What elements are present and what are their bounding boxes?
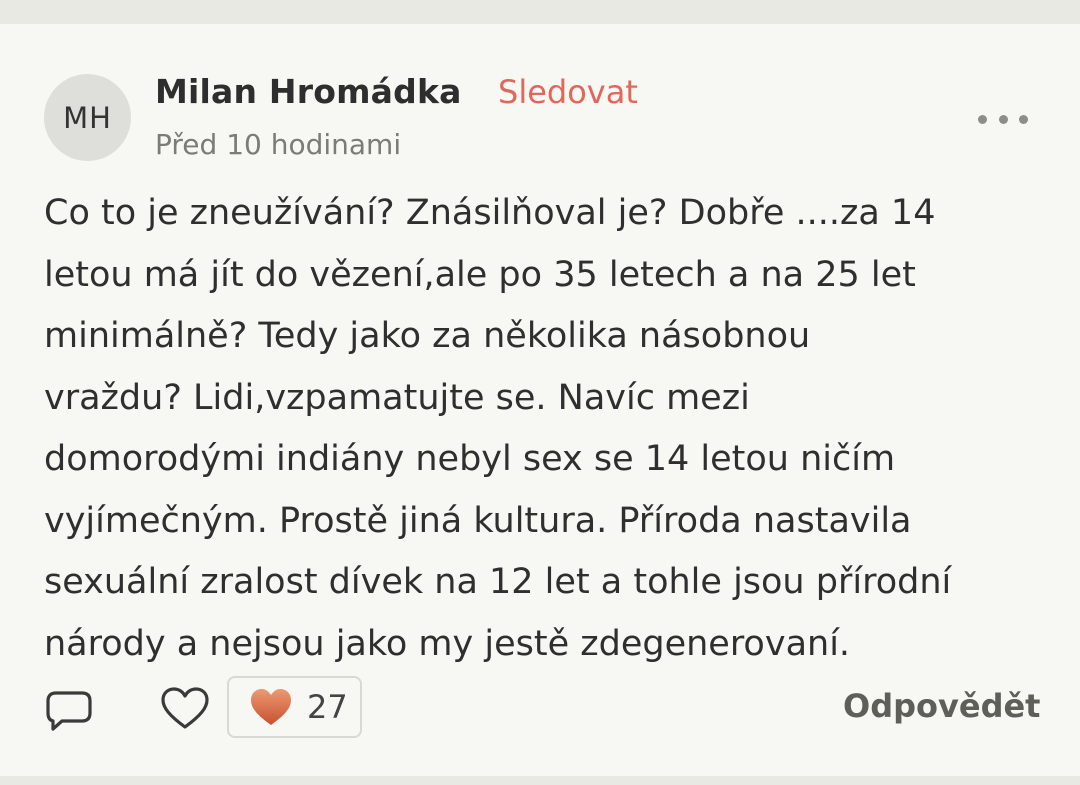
avatar-initials: MH [63,100,112,135]
reaction-badge[interactable]: 27 [227,676,362,738]
speech-bubble-icon[interactable] [44,689,94,734]
heart-filled-icon [251,689,291,725]
comment-line: vraždu? Lidi,vzpamatujte se. Navíc mezi [44,377,750,418]
comment-line: minimálně? Tedy jako za několika násobno… [44,316,811,356]
comment-line: národy a nejsou jako my jestě zdegenerov… [44,623,851,664]
comment-line: domorodými indiány nebyl sex se 14 letou… [44,439,896,479]
more-dots-icon[interactable] [978,112,1028,126]
heart-outline-icon[interactable] [160,686,210,731]
reply-button[interactable]: Odpovědět [843,687,1040,725]
comment-actions: 27 Odpovědět [0,674,1080,744]
more-dot [1019,114,1028,124]
author-name[interactable]: Milan Hromádka [155,72,462,111]
follow-button[interactable]: Sledovat [498,73,638,111]
comment-text: Co to je zneužívání? Znásilňoval je? Dob… [44,183,1044,675]
comment-line: letou má jít do vězení,ale po 35 letech … [44,254,916,295]
comment-timestamp: Před 10 hodinami [155,128,402,161]
more-dot [998,114,1008,124]
comment-line: vyjímečným. Prostě jiná kultura. Příroda… [44,500,912,541]
more-dot [978,114,987,124]
comment-line: Co to je zneužívání? Znásilňoval je? Dob… [44,193,936,233]
comment-card: MH Milan Hromádka Sledovat Před 10 hodin… [0,24,1080,776]
avatar[interactable]: MH [44,74,131,161]
comment-line: sexuální zralost dívek na 12 let a tohle… [44,562,952,602]
reaction-count: 27 [307,688,348,726]
